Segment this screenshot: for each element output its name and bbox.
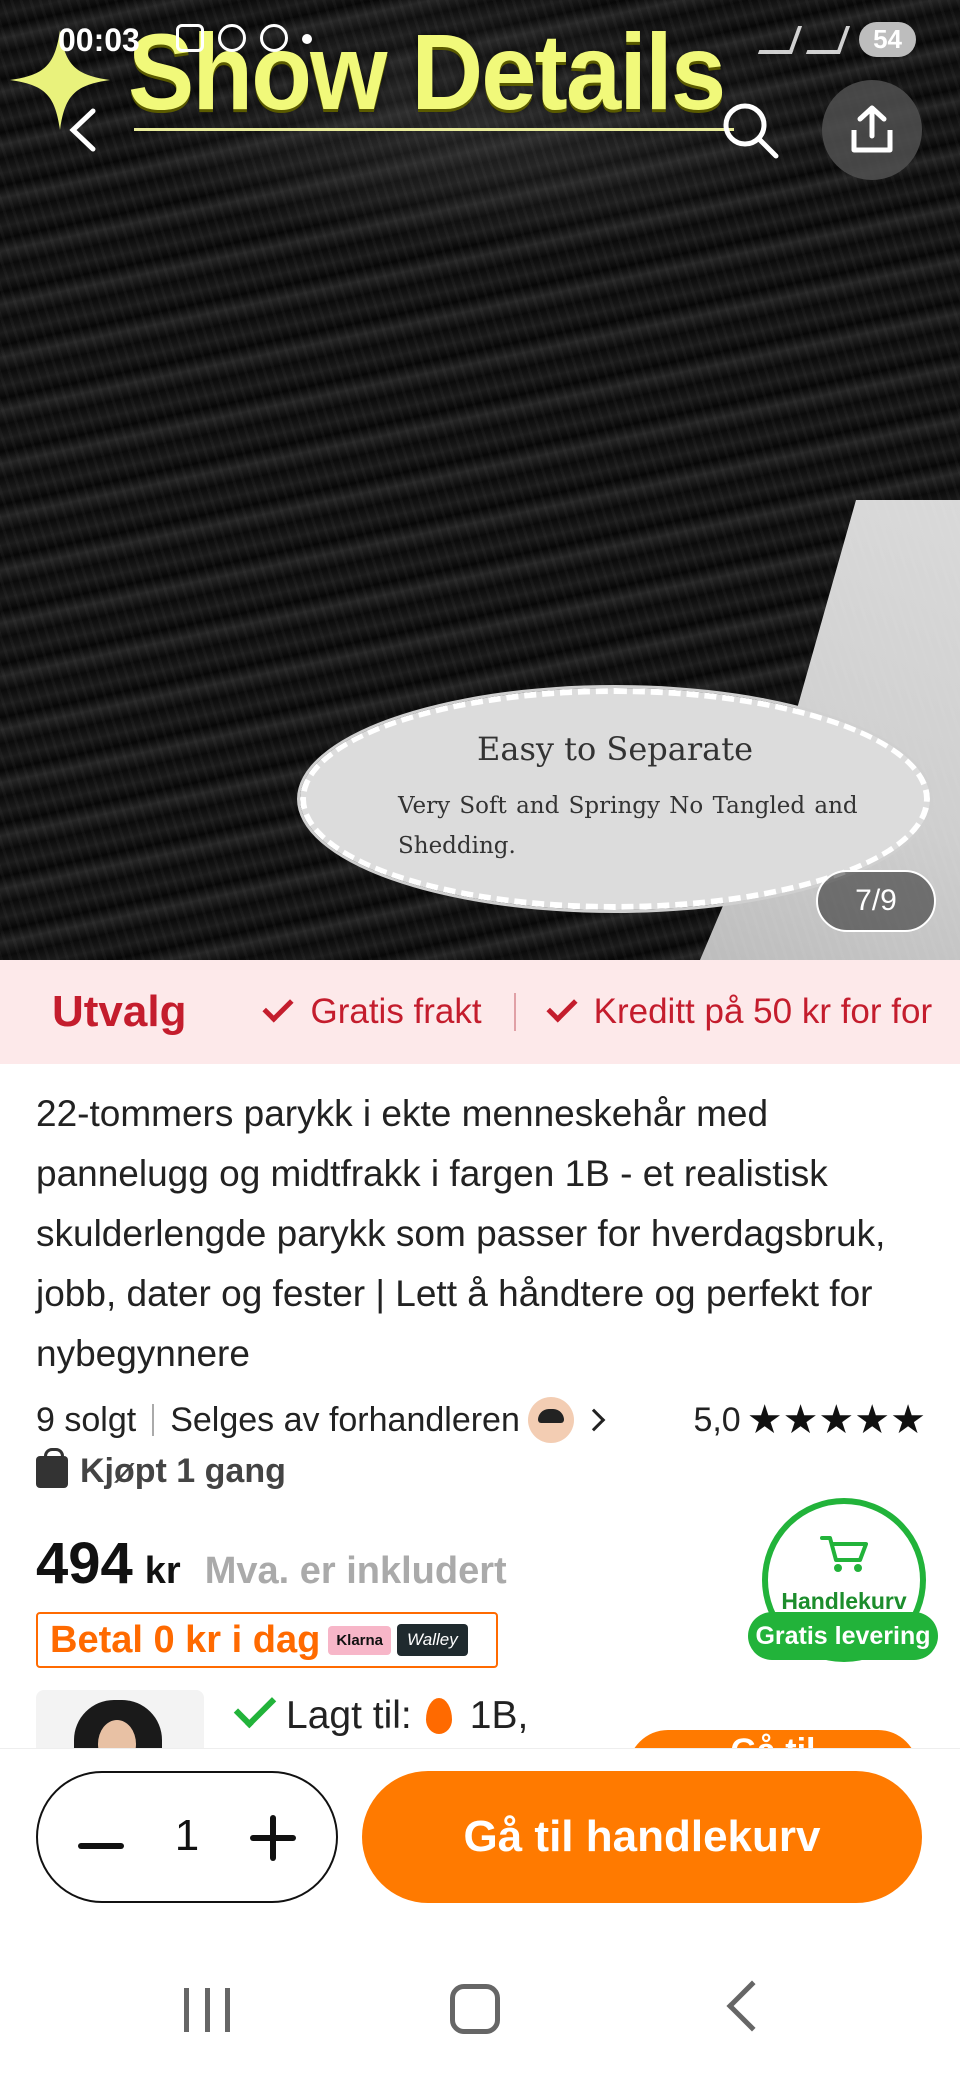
search-button[interactable] bbox=[700, 80, 800, 180]
seller-link[interactable]: Selges av forhandleren bbox=[170, 1401, 520, 1440]
walley-logo: Walley bbox=[397, 1624, 468, 1656]
bag-icon bbox=[36, 1447, 68, 1488]
messenger-icon bbox=[260, 24, 288, 52]
perk-free-shipping: Gratis frakt bbox=[262, 991, 482, 1032]
signal-icon bbox=[805, 25, 851, 54]
system-icons: 54 bbox=[757, 22, 916, 57]
price-row: 494 kr Mva. er inkludert bbox=[36, 1530, 507, 1597]
meta-divider bbox=[152, 1404, 155, 1436]
bottom-action-bar: 1 Gå til handlekurv bbox=[0, 1748, 960, 1928]
free-shipping-badge: Gratis levering bbox=[748, 1612, 938, 1660]
more-notifications-icon bbox=[302, 34, 312, 44]
home-icon[interactable] bbox=[450, 1984, 500, 2034]
perks-title: Utvalg bbox=[52, 987, 187, 1036]
go-to-cart-button[interactable]: Gå til handlekurv bbox=[362, 1771, 922, 1903]
quantity-stepper[interactable]: 1 bbox=[36, 1771, 338, 1903]
added-info: Lagt til: 1B, bbox=[286, 1694, 528, 1738]
price-currency: kr bbox=[144, 1550, 181, 1592]
price-amount: 494 bbox=[36, 1531, 133, 1596]
system-nav-bar bbox=[0, 1928, 960, 2080]
perk-credit: Kreditt på 50 kr for for bbox=[546, 991, 933, 1032]
banner-underline bbox=[134, 128, 734, 131]
gallery-notification-icon bbox=[176, 24, 204, 52]
added-to-cart-row: Lagt til: 1B, Gå til bbox=[0, 1690, 960, 1748]
sold-count: 9 solgt bbox=[36, 1400, 137, 1439]
callout-text: Very Soft and Springy No Tangled and She… bbox=[398, 793, 858, 859]
callout-title: Easy to Separate bbox=[477, 730, 753, 768]
star-icon: ★ bbox=[818, 1398, 855, 1442]
bought-badge: Kjøpt 1 gang bbox=[36, 1447, 286, 1491]
check-icon bbox=[546, 991, 578, 1023]
check-icon bbox=[233, 1690, 277, 1729]
added-label: Lagt til: bbox=[286, 1694, 412, 1737]
star-icon: ★ bbox=[890, 1398, 926, 1442]
perk-divider bbox=[513, 993, 516, 1031]
wifi-icon bbox=[757, 25, 803, 54]
share-button[interactable] bbox=[822, 80, 922, 180]
status-time: 00:03 bbox=[58, 22, 140, 58]
star-icon: ★ bbox=[746, 1398, 783, 1442]
battery-indicator: 54 bbox=[859, 22, 916, 57]
share-icon bbox=[851, 105, 893, 153]
rating-stars: ★ ★ ★ ★ ★ bbox=[747, 1400, 926, 1440]
perk-label: Kreditt på 50 kr for for bbox=[593, 992, 933, 1031]
flame-icon bbox=[425, 1698, 452, 1734]
cart-badge-label: Handlekurv bbox=[781, 1588, 907, 1614]
pay-later-label: Betal 0 kr i dag bbox=[50, 1618, 321, 1661]
added-variant: 1B, bbox=[469, 1694, 529, 1737]
app-notification-icon bbox=[218, 24, 246, 52]
seller-avatar[interactable] bbox=[527, 1397, 574, 1443]
rating[interactable]: 5,0 ★ ★ ★ ★ ★ bbox=[693, 1400, 926, 1440]
bought-label: Kjøpt 1 gang bbox=[80, 1452, 286, 1490]
image-pager: 7/9 bbox=[816, 870, 936, 932]
rating-value: 5,0 bbox=[693, 1400, 741, 1439]
back-icon bbox=[69, 108, 96, 152]
plus-icon[interactable] bbox=[250, 1815, 296, 1861]
status-bar: 00:03 54 bbox=[0, 0, 960, 84]
check-icon bbox=[262, 991, 295, 1023]
cart-icon bbox=[820, 1536, 868, 1572]
perk-label: Gratis frakt bbox=[310, 992, 482, 1031]
product-meta-row: 9 solgt Selges av forhandleren 5,0 ★ ★ ★… bbox=[36, 1396, 926, 1444]
star-icon: ★ bbox=[854, 1398, 891, 1442]
pay-later-banner[interactable]: Betal 0 kr i dag Klarna Walley bbox=[36, 1612, 498, 1668]
star-icon: ★ bbox=[782, 1398, 819, 1442]
notification-icons bbox=[176, 24, 312, 52]
klarna-logo: Klarna bbox=[328, 1625, 392, 1655]
product-image-carousel[interactable]: 00:03 54 Show Details Easy to Separate V… bbox=[0, 0, 960, 960]
go-to-cart-peek-button[interactable]: Gå til bbox=[628, 1730, 918, 1748]
recent-apps-icon[interactable] bbox=[184, 1988, 230, 2032]
back-button[interactable] bbox=[36, 80, 136, 180]
search-icon bbox=[723, 103, 779, 159]
product-title: 22-tommers parykk i ekte menneskehår med… bbox=[36, 1093, 886, 1374]
vat-note: Mva. er inkludert bbox=[204, 1550, 507, 1592]
chevron-right-icon[interactable] bbox=[582, 1408, 606, 1432]
added-item-thumbnail bbox=[36, 1690, 204, 1748]
perks-strip[interactable]: Utvalg Gratis frakt Kreditt på 50 kr for… bbox=[0, 960, 960, 1064]
nav-back-icon[interactable] bbox=[726, 1980, 778, 2032]
